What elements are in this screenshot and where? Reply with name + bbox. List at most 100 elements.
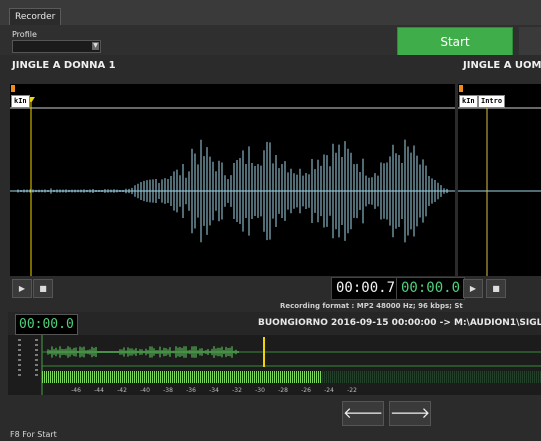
meter-segment — [46, 371, 47, 383]
meter-segment — [136, 371, 137, 383]
meter-segment — [340, 371, 341, 383]
meter-segment — [230, 371, 231, 383]
meter-segment — [308, 371, 309, 383]
play-button-right[interactable]: ▶ — [463, 279, 483, 298]
meter-segment — [104, 371, 105, 383]
meter-segment — [402, 371, 403, 383]
meter-segment — [362, 371, 363, 383]
stop-button-left[interactable]: ■ — [33, 279, 53, 298]
meter-segment — [168, 371, 169, 383]
meter-segment — [324, 371, 325, 383]
cue-label-left[interactable]: kIn — [11, 95, 30, 108]
meter-segment — [214, 371, 215, 383]
intro-label[interactable]: Intro — [478, 95, 506, 108]
meter-segment — [250, 371, 251, 383]
stop-button-right[interactable]: ■ — [486, 279, 506, 298]
meter-segment — [422, 371, 423, 383]
meter-segment — [392, 371, 393, 383]
meter-segment — [506, 371, 507, 383]
meter-segment — [394, 371, 395, 383]
meter-segment — [100, 371, 101, 383]
meter-segment — [332, 371, 333, 383]
meter-segment — [112, 371, 113, 383]
meter-segment — [296, 371, 297, 383]
meter-segment — [132, 371, 133, 383]
meter-segment — [512, 371, 513, 383]
meter-segment — [330, 371, 331, 383]
meter-segment — [146, 371, 147, 383]
meter-segment — [380, 371, 381, 383]
meter-segment — [192, 371, 193, 383]
meter-segment — [140, 371, 141, 383]
meter-segment — [202, 371, 203, 383]
waveform-right[interactable]: kIn Intro — [458, 84, 541, 276]
meter-segment — [474, 371, 475, 383]
meter-segment — [420, 371, 421, 383]
meter-segment — [80, 371, 81, 383]
meter-segment — [344, 371, 345, 383]
meter-segment — [42, 371, 43, 383]
meter-segment — [174, 371, 175, 383]
meter-segment — [294, 371, 295, 383]
next-button[interactable]: 🡒 — [389, 401, 431, 426]
meter-segment — [148, 371, 149, 383]
meter-segment — [258, 371, 259, 383]
meter-segment — [460, 371, 461, 383]
previous-button[interactable]: 🡐 — [342, 401, 384, 426]
tab-bar — [0, 0, 541, 25]
meter-segment — [318, 371, 319, 383]
meter-segment — [142, 371, 143, 383]
recording-title: BUONGIORNO 2016-09-15 00:00:00 -> M:\AUD… — [258, 318, 541, 328]
meter-segment — [172, 371, 173, 383]
meter-segment — [266, 371, 267, 383]
meter-segment — [280, 371, 281, 383]
meter-segment — [418, 371, 419, 383]
tab-recorder[interactable]: Recorder — [9, 8, 62, 26]
meter-segment — [446, 371, 447, 383]
meter-segment — [378, 371, 379, 383]
play-button-left[interactable]: ▶ — [12, 279, 32, 298]
meter-segment — [54, 371, 55, 383]
meter-segment — [510, 371, 511, 383]
meter-segment — [518, 371, 519, 383]
marker-start-right — [459, 85, 463, 92]
meter-segment — [160, 371, 161, 383]
meter-segment — [212, 371, 213, 383]
meter-segment — [124, 371, 125, 383]
meter-segment — [242, 371, 243, 383]
meter-segment — [292, 371, 293, 383]
waveform-left[interactable]: kIn — [10, 84, 455, 276]
meter-segment — [86, 371, 87, 383]
meter-segment — [70, 371, 71, 383]
meter-segment — [72, 371, 73, 383]
cue-label-right[interactable]: kIn — [459, 95, 478, 108]
start-button[interactable]: Start — [397, 27, 513, 57]
meter-label: -24 — [324, 387, 334, 394]
meter-segment — [84, 371, 85, 383]
meter-segment — [356, 371, 357, 383]
profile-select[interactable]: ▼ — [12, 40, 101, 53]
meter-segment — [198, 371, 199, 383]
meter-segment — [222, 371, 223, 383]
recording-waveform-area[interactable]: -46 -44 -42 -40 -38 -36 -34 -32 -30 -28 -26 -24 -22 — [8, 335, 541, 395]
meter-segment — [416, 371, 417, 383]
meter-segment — [342, 371, 343, 383]
meter-segment — [472, 371, 473, 383]
meter-segment — [120, 371, 121, 383]
meter-segment — [386, 371, 387, 383]
meter-segment — [262, 371, 263, 383]
meter-segment — [298, 371, 299, 383]
meter-segment — [302, 371, 303, 383]
meter-segment — [516, 371, 517, 383]
meter-segment — [346, 371, 347, 383]
meter-segment — [130, 371, 131, 383]
meter-segment — [66, 371, 67, 383]
meter-segment — [270, 371, 271, 383]
meter-segment — [464, 371, 465, 383]
meter-segment — [500, 371, 501, 383]
meter-segment — [274, 371, 275, 383]
level-tick — [18, 359, 21, 361]
meter-segment — [116, 371, 117, 383]
meter-segment — [108, 371, 109, 383]
meter-segment — [268, 371, 269, 383]
